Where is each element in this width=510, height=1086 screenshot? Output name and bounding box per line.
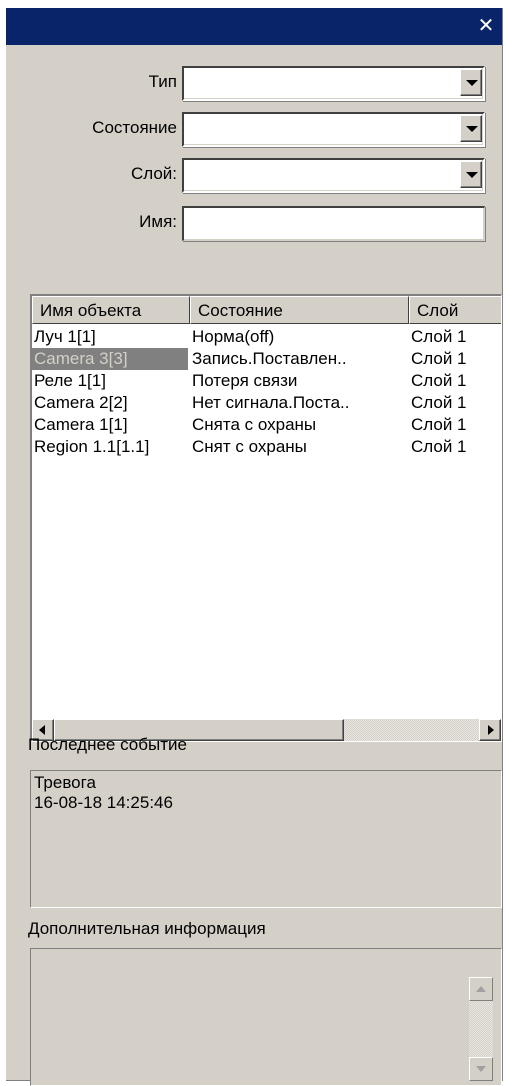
name-input[interactable] (182, 206, 485, 241)
name-filter-row: Имя: (6, 204, 502, 241)
row-object-name: Camera 1[1] (34, 415, 128, 434)
type-dropdown-button[interactable] (460, 69, 482, 96)
state-label: Состояние (92, 118, 177, 137)
object-search-window: ✕ Тип Состояние Слой: Имя: Имя объекта С… (6, 8, 503, 1086)
row-object-name: Region 1.1[1.1] (34, 437, 150, 456)
type-combobox[interactable] (182, 66, 485, 101)
row-layer: Слой 1 (411, 371, 467, 390)
scroll-up-button[interactable] (469, 977, 493, 1001)
row-state: Нет сигнала.Поста.. (192, 393, 350, 412)
row-object-name: Реле 1[1] (34, 371, 106, 390)
last-event-timestamp: 16-08-18 14:25:46 (34, 793, 173, 812)
row-layer: Слой 1 (411, 437, 467, 456)
row-state: Норма(off) (192, 327, 275, 346)
last-event-panel: Тревога 16-08-18 14:25:46 (30, 770, 502, 908)
row-layer: Слой 1 (411, 349, 467, 368)
row-object-name: Луч 1[1] (34, 327, 96, 346)
close-button[interactable]: ✕ (474, 14, 498, 38)
last-event-label: Последнее событие (28, 735, 187, 754)
additional-info-label: Дополнительная информация (28, 919, 266, 938)
layer-dropdown-button[interactable] (460, 161, 482, 188)
table-row-selected[interactable]: Camera 3[3] Запись.Поставлен.. Слой 1 (32, 348, 501, 370)
row-layer: Слой 1 (411, 327, 467, 346)
layer-filter-row: Слой: (6, 156, 502, 193)
scroll-right-button[interactable] (479, 719, 501, 741)
layer-combobox[interactable] (182, 158, 485, 193)
row-state: Запись.Поставлен.. (192, 349, 347, 368)
vertical-scrollbar[interactable] (469, 977, 493, 1081)
state-dropdown-button[interactable] (460, 115, 482, 142)
row-object-name: Camera 3[3] (32, 348, 188, 370)
column-header-object-name[interactable]: Имя объекта (32, 296, 190, 324)
additional-info-panel (30, 948, 502, 1086)
state-combobox[interactable] (182, 112, 485, 147)
row-layer: Слой 1 (411, 393, 467, 412)
column-header-state[interactable]: Состояние (190, 296, 409, 324)
title-bar[interactable]: ✕ (6, 8, 502, 45)
type-label: Тип (148, 72, 177, 91)
table-row[interactable]: Region 1.1[1.1] Снят с охраны Слой 1 (32, 436, 501, 458)
scroll-down-button[interactable] (469, 1057, 493, 1081)
objects-list[interactable]: Имя объекта Состояние Слой Луч 1[1] Норм… (30, 294, 502, 742)
row-state: Снята с охраны (192, 415, 317, 434)
row-state: Снят с охраны (192, 437, 307, 456)
last-event-type: Тревога (34, 773, 96, 792)
row-object-name: Camera 2[2] (34, 393, 128, 412)
row-state: Потеря связи (192, 371, 298, 390)
name-label: Имя: (139, 212, 177, 231)
table-row[interactable]: Camera 1[1] Снята с охраны Слой 1 (32, 414, 501, 436)
table-row[interactable]: Camera 2[2] Нет сигнала.Поста.. Слой 1 (32, 392, 501, 414)
table-row[interactable]: Луч 1[1] Норма(off) Слой 1 (32, 326, 501, 348)
type-filter-row: Тип (6, 64, 502, 101)
layer-label: Слой: (130, 164, 177, 183)
table-row[interactable]: Реле 1[1] Потеря связи Слой 1 (32, 370, 501, 392)
row-layer: Слой 1 (411, 415, 467, 434)
objects-list-header: Имя объекта Состояние Слой (32, 296, 501, 324)
close-icon: ✕ (477, 15, 495, 37)
column-header-layer[interactable]: Слой (409, 296, 501, 324)
state-filter-row: Состояние (6, 110, 502, 147)
